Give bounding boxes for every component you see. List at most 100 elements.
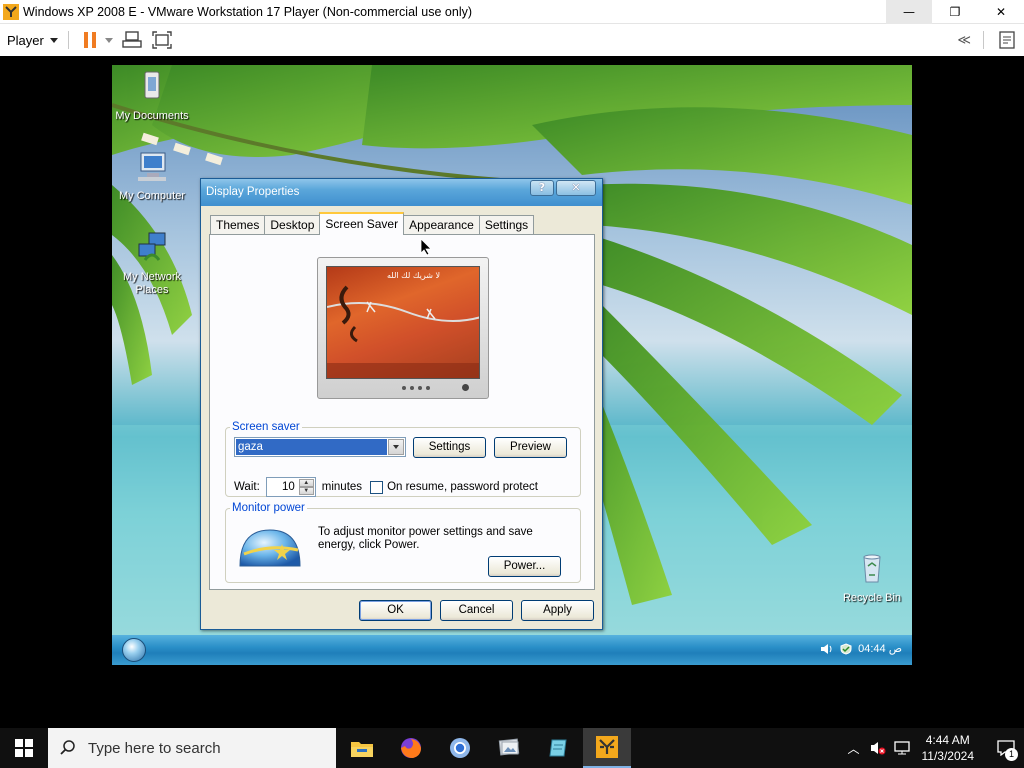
screen-saver-group: Screen saver gaza Settings Preview Wait:… [225, 421, 581, 497]
display-properties-dialog: Display Properties ? ✕ Themes Desktop Sc… [200, 178, 603, 630]
dropdown-arrow-icon[interactable] [388, 439, 404, 455]
guest-start-button[interactable] [122, 638, 146, 662]
taskbar-app-file-explorer[interactable] [338, 728, 386, 768]
fullscreen-button[interactable] [151, 29, 173, 51]
wait-minutes-spinner[interactable]: 10 ▲ ▼ [265, 477, 316, 497]
taskbar-app-photos[interactable] [485, 728, 533, 768]
devices-icon [122, 31, 142, 48]
tab-strip: Themes Desktop Screen Saver Appearance S… [210, 212, 535, 235]
desktop-icon-my-computer[interactable]: My Computer [112, 149, 192, 203]
volume-muted-icon[interactable] [870, 741, 886, 755]
minutes-label: minutes [321, 481, 363, 493]
desktop-icon-my-network-places[interactable]: My Network Places [112, 230, 192, 297]
show-hidden-icons-chevron-icon[interactable]: ︿ [847, 740, 859, 757]
documents-icon [144, 71, 160, 99]
password-protect-checkbox[interactable] [370, 480, 384, 494]
desktop-icon-label: My Documents [115, 110, 189, 122]
screen-saver-preview-image: لا شريك لك الله [326, 266, 480, 379]
toolbar-divider [983, 31, 984, 49]
notification-count-badge: 1 [1005, 748, 1018, 761]
volume-icon[interactable] [820, 643, 834, 655]
desktop-icon-label: My Computer [118, 190, 186, 202]
tab-screen-saver[interactable]: Screen Saver [319, 212, 405, 235]
file-explorer-icon [351, 742, 373, 757]
pause-icon [83, 32, 96, 48]
screen-saver-settings-button[interactable]: Settings [413, 437, 486, 458]
vmware-titlebar: Windows XP 2008 E - VMware Workstation 1… [0, 0, 1024, 24]
screen-saver-selected: gaza [236, 439, 387, 455]
notepad-icon [549, 739, 567, 757]
search-placeholder: Type here to search [88, 739, 221, 757]
host-search-box[interactable]: Type here to search [48, 728, 336, 768]
close-button[interactable]: ✕ [978, 0, 1024, 24]
network-icon [138, 232, 166, 261]
guest-system-tray: ص 04:44 [820, 642, 902, 655]
security-shield-icon[interactable] [840, 642, 852, 655]
desktop-icon-label: Recycle Bin [842, 592, 902, 604]
desktop-icon-recycle-bin[interactable]: Recycle Bin [832, 551, 912, 605]
host-taskbar: Type here to search ︿ 4:44 AM 11/3/2024 … [0, 728, 1024, 768]
energy-star-icon [239, 529, 301, 567]
taskbar-app-chrome[interactable] [436, 728, 484, 768]
tab-appearance[interactable]: Appearance [403, 215, 480, 235]
desktop-icon-my-documents[interactable]: My Documents [112, 69, 192, 123]
tab-settings[interactable]: Settings [478, 215, 535, 235]
notification-center-button[interactable]: 1 [988, 728, 1024, 768]
host-start-button[interactable] [0, 728, 48, 768]
tab-desktop[interactable]: Desktop [264, 215, 321, 235]
password-protect-label[interactable]: On resume, password protect [387, 481, 538, 493]
power-options-chevron-icon[interactable] [104, 37, 113, 43]
player-menu-label: Player [7, 32, 44, 48]
monitor-power-legend: Monitor power [232, 502, 305, 514]
tab-themes[interactable]: Themes [210, 215, 266, 235]
window-title: Windows XP 2008 E - VMware Workstation 1… [23, 4, 473, 19]
guest-taskbar: ص 04:44 [112, 635, 912, 665]
vmware-logo-icon [3, 3, 19, 20]
chevron-down-icon [49, 37, 58, 43]
screen-saver-legend: Screen saver [232, 421, 300, 433]
monitor-preview: لا شريك لك الله [317, 257, 489, 399]
host-clock-time: 4:44 AM [925, 733, 970, 747]
screen-saver-preview-button[interactable]: Preview [494, 437, 567, 458]
firefox-icon [401, 738, 421, 758]
screen-saver-dropdown[interactable]: gaza [234, 437, 406, 457]
network-display-icon[interactable] [893, 741, 910, 755]
power-button[interactable]: Power... [488, 556, 561, 577]
dialog-close-button[interactable]: ✕ [556, 180, 596, 196]
host-system-tray: ︿ 4:44 AM 11/3/2024 1 [847, 728, 1024, 768]
maximize-button[interactable]: ❐ [932, 0, 978, 24]
unity-collapse-icon[interactable]: ≪ [957, 33, 971, 48]
apply-button[interactable]: Apply [521, 600, 594, 621]
player-menu[interactable]: Player [7, 33, 58, 48]
taskbar-app-vmware[interactable] [583, 728, 631, 768]
mouse-cursor-icon [420, 238, 432, 256]
monitor-power-description: To adjust monitor power settings and sav… [318, 526, 533, 551]
monitor-leds [402, 386, 430, 390]
spinner-buttons[interactable]: ▲ ▼ [298, 479, 314, 495]
wait-label: Wait: [234, 481, 260, 493]
wait-value: 10 [281, 481, 295, 493]
desktop-icon-label: My Network Places [122, 271, 182, 296]
windows-logo-icon [15, 739, 33, 757]
host-clock[interactable]: 4:44 AM 11/3/2024 [922, 732, 975, 764]
cancel-button[interactable]: Cancel [440, 600, 513, 621]
send-ctrl-alt-del-button[interactable] [121, 29, 143, 51]
minimize-button[interactable]: — [886, 0, 932, 24]
computer-icon [138, 152, 166, 181]
wait-row: Wait: 10 ▲ ▼ minutes On resume, password … [234, 477, 538, 497]
message-log-button[interactable] [996, 29, 1018, 51]
fullscreen-icon [152, 31, 172, 49]
help-button[interactable]: ? [530, 180, 554, 196]
barbed-wire-artwork [327, 285, 479, 378]
pause-button[interactable] [79, 29, 101, 51]
dialog-titlebar[interactable]: Display Properties ? ✕ [201, 179, 602, 206]
ok-button[interactable]: OK [359, 600, 432, 621]
taskbar-app-firefox[interactable] [387, 728, 435, 768]
vmware-toolbar: Player ≪ [0, 24, 1024, 56]
screen-saver-panel: لا شريك لك الله Screen saver gaza Settin… [209, 234, 595, 590]
recycle-bin-icon [863, 554, 881, 583]
taskbar-app-notepad[interactable] [534, 728, 582, 768]
spin-up-icon: ▲ [298, 479, 314, 487]
dialog-title: Display Properties [206, 186, 300, 198]
message-log-icon [999, 31, 1015, 49]
